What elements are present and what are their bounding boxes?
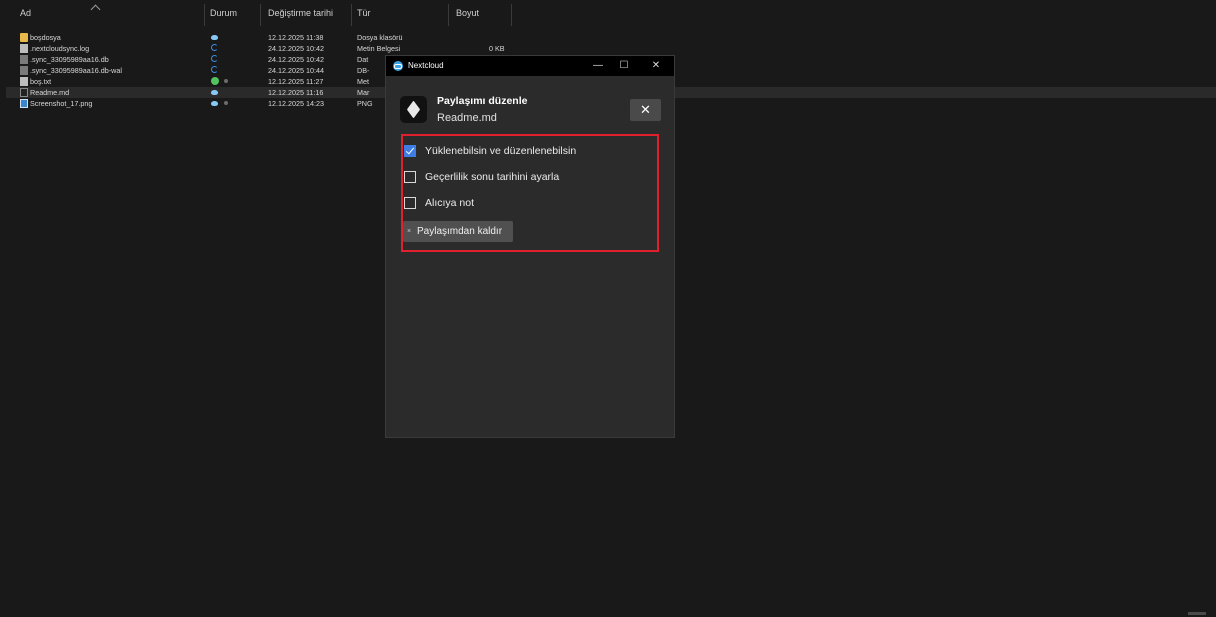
nextcloud-logo-icon [393, 61, 403, 71]
file-type: Mar [357, 88, 370, 97]
unshare-button[interactable]: × Paylaşımdan kaldır [403, 221, 513, 242]
file-modified: 24.12.2025 10:44 [268, 66, 324, 75]
option-label: Alıcıya not [425, 197, 475, 209]
file-modified: 12.12.2025 11:16 [268, 88, 324, 97]
checkbox[interactable] [404, 171, 416, 183]
file-type: Metin Belgesi [357, 44, 401, 53]
sync-icon [211, 66, 218, 73]
checkbox[interactable] [404, 197, 416, 209]
window-titlebar[interactable]: Nextcloud — ☐ ✕ [386, 56, 674, 76]
file-modified: 12.12.2025 14:23 [268, 99, 324, 108]
column-separator[interactable] [511, 4, 512, 26]
file-modified: 12.12.2025 11:27 [268, 77, 324, 86]
column-separator[interactable] [260, 4, 261, 26]
checkbox-checked[interactable] [404, 145, 416, 157]
maximize-button[interactable]: ☐ [612, 56, 636, 76]
share-edit-dialog: Nextcloud — ☐ ✕ Paylaşımı düzenle Readme… [385, 55, 675, 438]
folder-icon [20, 33, 28, 42]
file-row[interactable]: .nextcloudsync.log 24.12.2025 10:42 Meti… [6, 43, 1216, 54]
sort-ascending-icon [90, 4, 101, 15]
file-modified: 24.12.2025 10:42 [268, 44, 324, 53]
database-file-icon [20, 55, 28, 64]
remove-icon: × [407, 228, 412, 235]
column-separator[interactable] [351, 4, 352, 26]
file-type: DB- [357, 66, 370, 75]
file-name: .sync_33095989aa16.db [30, 55, 109, 64]
dialog-header: Paylaşımı düzenle Readme.md ✕ [400, 92, 662, 132]
column-status[interactable]: Durum [210, 0, 237, 26]
cloud-icon [211, 101, 218, 106]
sync-icon [211, 44, 218, 51]
window-title: Nextcloud [408, 61, 444, 70]
file-modified: 24.12.2025 10:42 [268, 55, 324, 64]
file-type: PNG [357, 99, 373, 108]
file-name: boşdosya [30, 33, 61, 42]
scrollbar-thumb[interactable] [1188, 612, 1206, 615]
column-separator[interactable] [448, 4, 449, 26]
document-icon [20, 44, 28, 53]
database-file-icon [20, 66, 28, 75]
cloud-icon [211, 90, 218, 95]
file-row[interactable]: boşdosya 12.12.2025 11:38 Dosya klasörü [6, 32, 1216, 43]
file-type: Dosya klasörü [357, 33, 403, 42]
column-name[interactable]: Ad [20, 0, 31, 26]
sync-icon [211, 55, 218, 62]
option-label: Yüklenebilsin ve düzenlenebilsin [425, 145, 577, 157]
file-size: 0 KB [489, 44, 505, 53]
column-separator[interactable] [204, 4, 205, 26]
unshare-label: Paylaşımdan kaldır [417, 226, 503, 237]
close-button[interactable]: ✕ [630, 99, 661, 121]
markdown-file-icon [20, 88, 28, 97]
column-size[interactable]: Boyut [456, 0, 479, 26]
file-type: Met [357, 77, 369, 86]
file-name: boş.txt [30, 77, 52, 86]
file-name: Screenshot_17.png [30, 99, 93, 108]
file-type-icon [400, 96, 427, 123]
file-modified: 12.12.2025 11:38 [268, 33, 324, 42]
file-type: Dat [357, 55, 369, 64]
column-type[interactable]: Tür [357, 0, 371, 26]
minimize-button[interactable]: — [586, 56, 610, 76]
option-label: Geçerlilik sonu tarihini ayarla [425, 171, 560, 183]
image-file-icon [20, 99, 28, 108]
dialog-title: Paylaşımı düzenle [437, 95, 528, 107]
shared-icon [224, 79, 228, 83]
file-name: .nextcloudsync.log [30, 44, 90, 53]
file-name: .sync_33095989aa16.db-wal [30, 66, 122, 75]
column-modified[interactable]: Değiştirme tarihi [268, 0, 333, 26]
window-close-button[interactable]: ✕ [644, 56, 668, 76]
file-name: Readme.md [30, 88, 70, 97]
text-file-icon [20, 77, 28, 86]
column-header-bar: Ad Durum Değiştirme tarihi Tür Boyut [0, 0, 1216, 26]
shared-icon [224, 101, 228, 105]
dialog-filename: Readme.md [437, 112, 497, 124]
cloud-icon [211, 35, 218, 40]
synced-check-icon [211, 77, 219, 85]
